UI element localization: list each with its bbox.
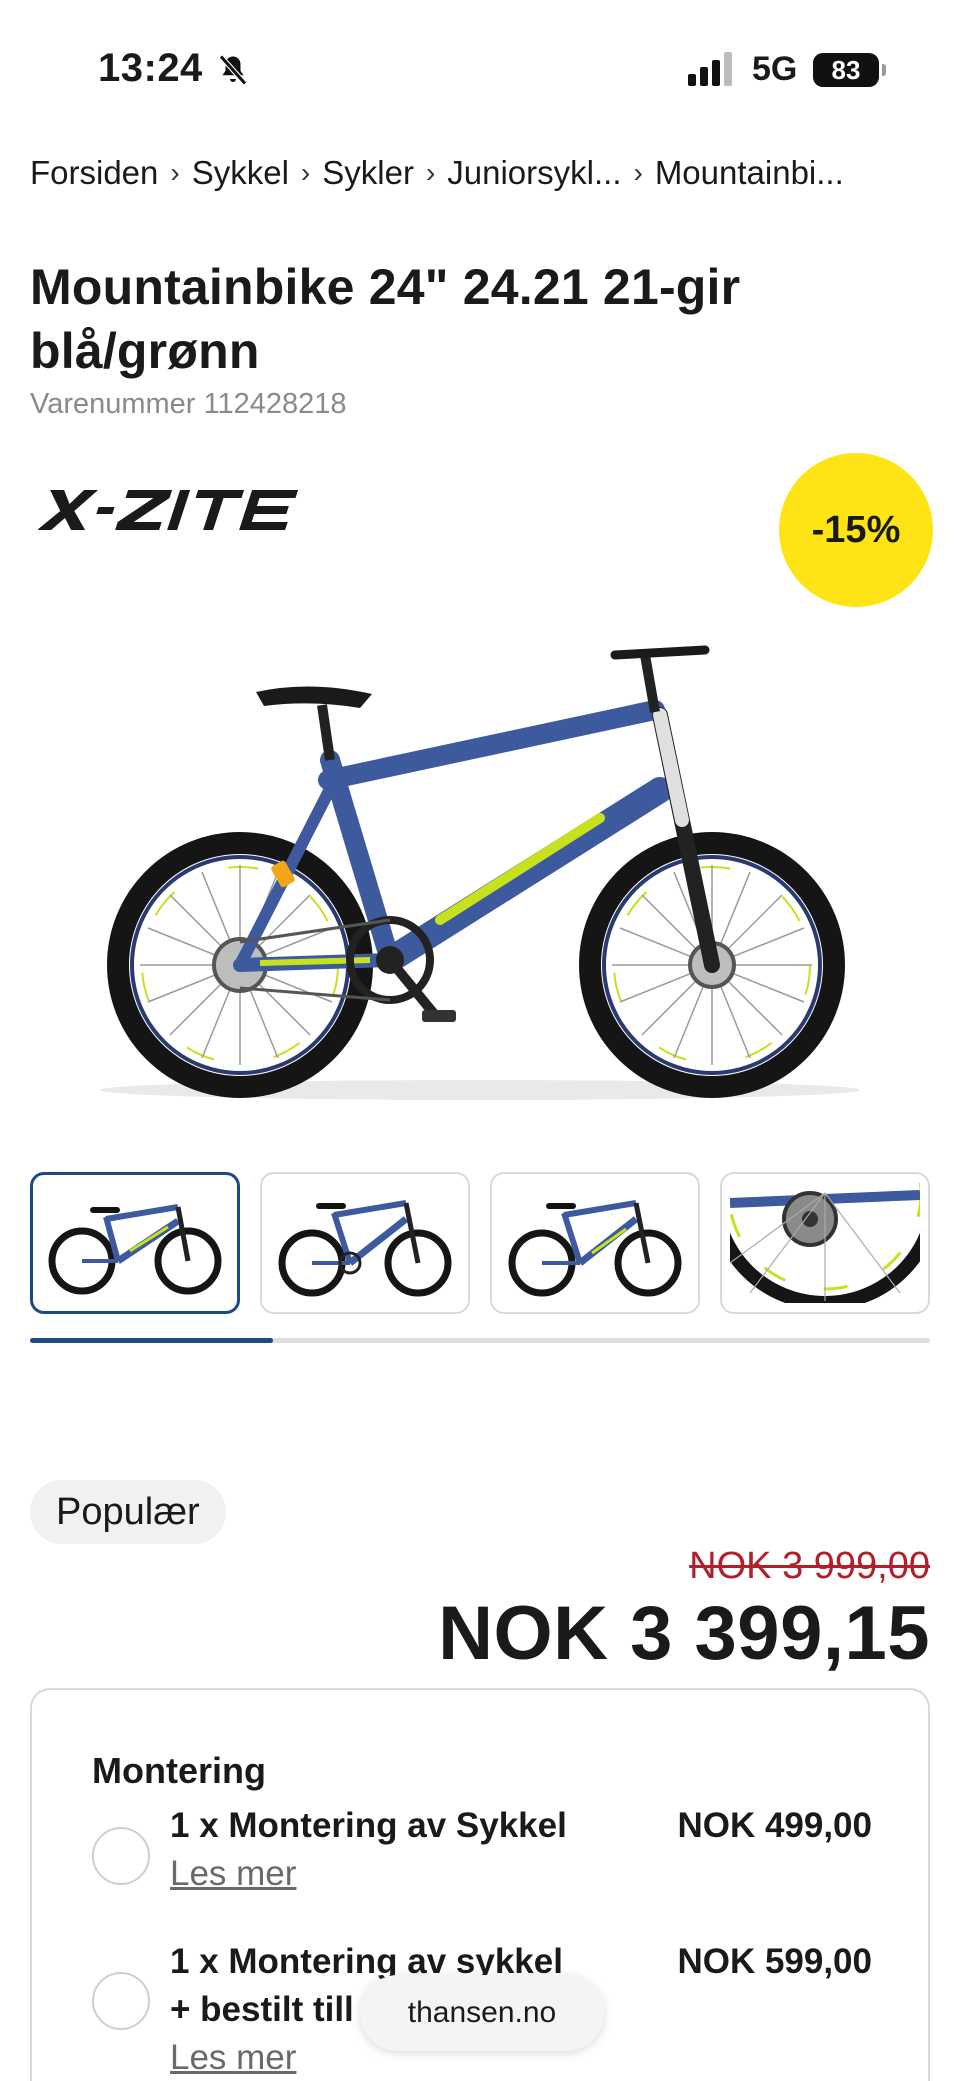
chevron-right-icon: › [300,157,311,188]
bike-thumbnail-image [48,1204,222,1295]
browser-url-pill[interactable]: thansen.no [360,1975,604,2051]
thumbnail-1[interactable] [30,1172,240,1314]
brand-logo [38,490,299,530]
breadcrumb-item-forsiden[interactable]: Forsiden [30,154,158,192]
assembly-option-2-name-line2: + bestilt till [170,1990,354,2029]
signal-icon [688,52,732,86]
discount-badge: -15% [779,453,933,607]
gallery-scroll-indicator-fill [30,1338,273,1343]
assembly-option-1-radio[interactable] [92,1827,150,1885]
assembly-option-2-read-more-link[interactable]: Les mer [170,2038,296,2078]
chevron-right-icon: › [425,157,436,188]
assembly-title: Montering [92,1750,266,1791]
breadcrumb-item-mountainbike[interactable]: Mountainbi... [655,154,844,192]
status-bar: 13:24 5G 83 [0,0,960,130]
assembly-option-1-price: NOK 499,00 [677,1806,872,1845]
popular-badge: Populær [30,1480,226,1544]
chevron-right-icon: › [170,157,180,188]
gallery-scroll-indicator [30,1338,930,1343]
breadcrumb-item-sykler[interactable]: Sykler [322,154,414,192]
thumbnail-4[interactable] [720,1172,930,1314]
gear-closeup-thumbnail-image [730,1183,920,1303]
breadcrumb: Forsiden › Sykkel › Sykler › Juniorsykl.… [30,148,930,198]
sku-number: 112428218 [203,388,347,420]
network-type: 5G [752,50,798,88]
thumbnail-strip [30,1172,930,1317]
current-price: NOK 3 399,15 [438,1591,930,1676]
product-image[interactable] [60,620,900,1110]
assembly-option-1-name: 1 x Montering av Sykkel [170,1806,567,1845]
bike-thumbnail-image [508,1200,682,1297]
bike-thumbnail-image [278,1200,452,1297]
status-time: 13:24 [98,46,203,90]
breadcrumb-item-juniorsykler[interactable]: Juniorsykl... [447,154,621,192]
product-sku: Varenummer 112428218 [30,388,346,421]
assembly-option-2-radio[interactable] [92,1972,150,2030]
thumbnail-2[interactable] [260,1172,470,1314]
battery-icon: 83 [813,53,886,87]
assembly-option-1-read-more-link[interactable]: Les mer [170,1854,296,1894]
thumbnail-3[interactable] [490,1172,700,1314]
sku-label: Varenummer [30,388,196,420]
chevron-right-icon: › [633,157,643,188]
breadcrumb-item-sykkel[interactable]: Sykkel [192,154,289,192]
old-price: NOK 3 999,00 [689,1545,930,1587]
bell-slash-icon [219,54,247,86]
product-title: Mountainbike 24" 24.21 21-gir blå/grønn [30,259,741,379]
assembly-option-2-price: NOK 599,00 [677,1942,872,1981]
